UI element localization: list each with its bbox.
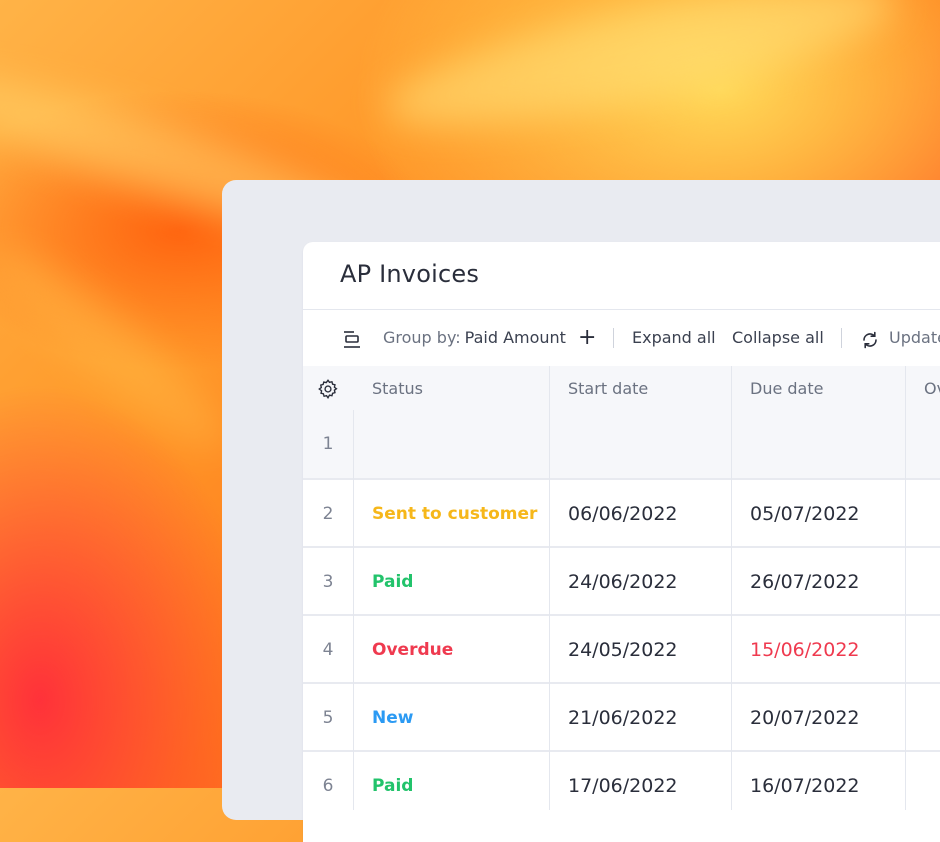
row-number: 6 — [322, 776, 334, 796]
column-divider — [905, 366, 906, 810]
status-cell[interactable]: Sent to customer — [353, 480, 549, 548]
invoices-card: AP Invoices Group by: Paid Amount + Expa… — [303, 242, 940, 842]
overdue-cell[interactable] — [905, 616, 940, 684]
row-number: 5 — [322, 708, 334, 728]
status-cell[interactable]: Overdue — [353, 616, 549, 684]
due-date-cell[interactable]: 15/06/2022 — [731, 616, 905, 684]
table-header: Status Start date Due date Ov — [303, 366, 940, 410]
row-divider — [303, 614, 940, 616]
table-row[interactable]: 4 Overdue 24/05/2022 15/06/2022 — [303, 616, 940, 684]
table-row[interactable]: 2 Sent to customer 06/06/2022 05/07/2022 — [303, 480, 940, 548]
group-by-control[interactable]: Group by: Paid Amount + — [383, 326, 596, 348]
column-header-overdue[interactable]: Ov — [905, 366, 940, 410]
overdue-cell[interactable] — [905, 548, 940, 616]
row-divider — [303, 478, 940, 480]
expand-all-button[interactable]: Expand all — [632, 328, 716, 347]
settings-gear-icon[interactable] — [317, 378, 339, 400]
toolbar-divider — [841, 328, 842, 348]
table-row[interactable]: 6 Paid 17/06/2022 16/07/2022 — [303, 752, 940, 820]
overdue-cell[interactable] — [905, 480, 940, 548]
due-date-cell[interactable]: 05/07/2022 — [731, 480, 905, 548]
table-row[interactable]: 1 — [303, 410, 940, 478]
due-date-cell[interactable]: 20/07/2022 — [731, 684, 905, 752]
table-row[interactable]: 5 New 21/06/2022 20/07/2022 — [303, 684, 940, 752]
overdue-cell[interactable] — [905, 684, 940, 752]
start-date-cell[interactable]: 06/06/2022 — [549, 480, 731, 548]
page-title: AP Invoices — [340, 260, 480, 288]
row-number: 1 — [322, 434, 334, 454]
row-number: 4 — [322, 640, 334, 660]
row-divider — [303, 750, 940, 752]
table-row[interactable]: 3 Paid 24/06/2022 26/07/2022 — [303, 548, 940, 616]
update-button[interactable]: Update — [889, 328, 940, 347]
group-by-value: Paid Amount — [464, 328, 566, 347]
status-cell[interactable]: New — [353, 684, 549, 752]
row-divider — [303, 682, 940, 684]
due-date-cell[interactable]: 16/07/2022 — [731, 752, 905, 820]
due-date-cell[interactable] — [731, 410, 905, 478]
collapse-all-button[interactable]: Collapse all — [732, 328, 824, 347]
start-date-cell[interactable]: 17/06/2022 — [549, 752, 731, 820]
start-date-cell[interactable]: 24/05/2022 — [549, 616, 731, 684]
overdue-cell[interactable] — [905, 410, 940, 478]
row-number: 2 — [322, 504, 334, 524]
column-divider — [731, 366, 732, 810]
column-header-start-date[interactable]: Start date — [549, 366, 731, 410]
due-date-cell[interactable]: 26/07/2022 — [731, 548, 905, 616]
status-cell[interactable]: Paid — [353, 548, 549, 616]
refresh-icon[interactable] — [860, 330, 880, 350]
start-date-cell[interactable] — [549, 410, 731, 478]
column-divider — [353, 410, 354, 810]
start-date-cell[interactable]: 24/06/2022 — [549, 548, 731, 616]
row-divider — [303, 546, 940, 548]
group-by-icon[interactable] — [341, 329, 363, 351]
toolbar: Group by: Paid Amount + Expand all Colla… — [303, 310, 940, 366]
background-streak — [376, 0, 904, 154]
plus-icon[interactable]: + — [578, 326, 596, 348]
column-header-due-date[interactable]: Due date — [731, 366, 905, 410]
status-cell[interactable]: Paid — [353, 752, 549, 820]
column-header-status[interactable]: Status — [353, 366, 549, 410]
background-streak — [0, 230, 245, 470]
column-divider — [549, 366, 550, 810]
overdue-cell[interactable] — [905, 752, 940, 820]
toolbar-divider — [613, 328, 614, 348]
status-cell[interactable] — [353, 410, 549, 478]
start-date-cell[interactable]: 21/06/2022 — [549, 684, 731, 752]
group-by-prefix: Group by: — [383, 328, 461, 347]
row-number: 3 — [322, 572, 334, 592]
